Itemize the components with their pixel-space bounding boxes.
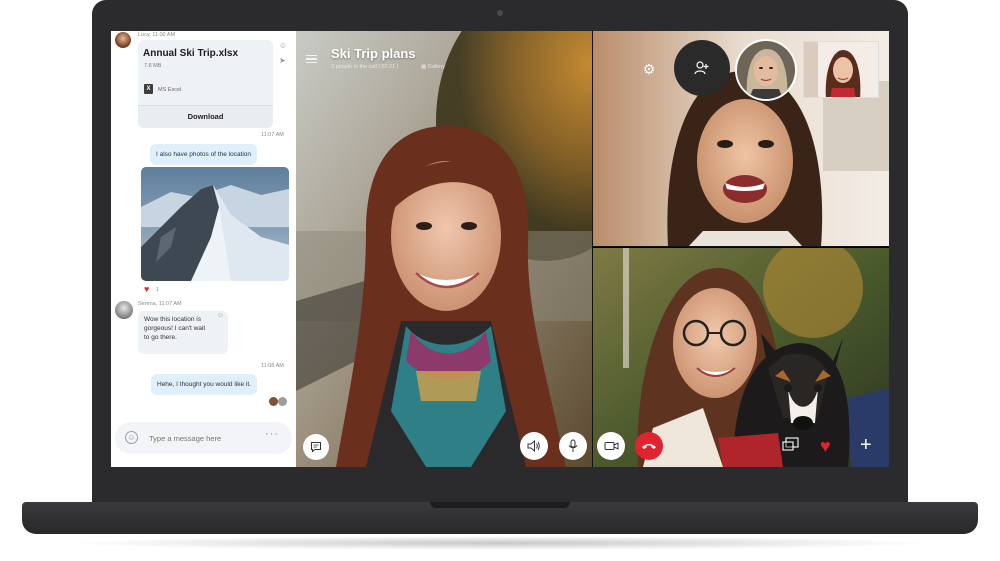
participant-video-bottom[interactable] — [592, 248, 889, 467]
heart-icon[interactable]: ♥ — [144, 284, 149, 294]
reaction-count: 1 — [156, 287, 160, 293]
webcam-dot — [497, 10, 503, 16]
message-line: gorgeous! I can't wait — [144, 325, 206, 332]
microphone-icon — [568, 439, 578, 452]
emoji-react-icon[interactable]: ☺ — [279, 41, 287, 50]
avatar — [278, 397, 287, 406]
message-line: Wow this location is — [144, 316, 201, 323]
add-person-button[interactable] — [674, 40, 730, 96]
more-options-button[interactable]: + — [860, 434, 872, 457]
self-view-video[interactable] — [803, 41, 879, 98]
marketing-stage: Lucy, 11:00 AM Annual Ski Trip.xlsx 7.6 … — [0, 0, 1000, 561]
outgoing-message[interactable]: I also have photos of the location — [150, 144, 258, 165]
message-line: to go there. — [144, 334, 177, 341]
emoji-icon[interactable]: ☺ — [125, 431, 138, 444]
speaker-button[interactable] — [520, 432, 548, 460]
file-size: 7.6 MB — [144, 63, 162, 69]
file-message-card[interactable]: Annual Ski Trip.xlsx 7.6 MB X MS Excel D… — [138, 40, 273, 128]
app-screen: Lucy, 11:00 AM Annual Ski Trip.xlsx 7.6 … — [111, 31, 889, 467]
more-options-icon[interactable]: ··· — [265, 428, 279, 440]
view-mode-label: Gallery — [427, 64, 446, 70]
excel-icon: X — [144, 84, 153, 94]
microphone-button[interactable] — [559, 432, 587, 460]
avatar[interactable] — [115, 32, 131, 48]
sender-meta: Serena, 11:07 AM — [138, 301, 182, 307]
laptop-notch — [430, 502, 570, 508]
chat-toggle-button[interactable] — [303, 434, 329, 460]
message-composer: ☺ ··· — [115, 422, 292, 454]
speaker-icon — [527, 440, 540, 452]
file-sender-meta: Lucy, 11:00 AM — [138, 32, 176, 38]
forward-icon[interactable]: ➤ — [279, 56, 286, 65]
outgoing-message[interactable]: Hehe, I thought you would like it. — [151, 374, 257, 395]
message-time: 11:07 AM — [261, 132, 284, 138]
incoming-message[interactable]: Wow this location is gorgeous! I can't w… — [138, 311, 228, 354]
video-camera-icon — [604, 442, 618, 450]
call-subtitle: 3 people in the call | 02:21 | — [331, 64, 399, 70]
file-name: Annual Ski Trip.xlsx — [143, 48, 239, 59]
emoji-react-icon[interactable]: ☺ — [217, 312, 224, 319]
heart-icon[interactable]: ♥ — [820, 436, 831, 457]
laptop-shadow — [60, 536, 940, 550]
main-video-feed[interactable] — [296, 31, 592, 467]
chat-panel: Lucy, 11:00 AM Annual Ski Trip.xlsx 7.6 … — [111, 31, 296, 467]
file-app-label: MS Excel — [158, 87, 182, 93]
view-mode-toggle[interactable]: ▦ Gallery — [421, 64, 445, 70]
call-title: Ski Trip plans — [331, 46, 416, 61]
screen-share-icon[interactable] — [782, 437, 800, 453]
participant-thumbnail[interactable] — [735, 39, 797, 101]
end-call-button[interactable] — [635, 432, 663, 460]
add-person-icon — [694, 61, 709, 75]
message-time: 11:08 AM — [261, 363, 284, 369]
download-button[interactable]: Download — [138, 106, 273, 128]
end-call-icon — [642, 444, 656, 449]
shared-photo-mountain[interactable] — [141, 167, 289, 281]
message-input[interactable] — [149, 431, 259, 445]
read-receipts — [269, 397, 291, 406]
gear-icon[interactable]: ⚙ — [639, 59, 659, 79]
chat-bubble-icon — [311, 442, 321, 453]
menu-icon[interactable] — [306, 55, 317, 63]
video-toggle-button[interactable] — [597, 432, 625, 460]
avatar — [269, 397, 278, 406]
avatar[interactable] — [115, 301, 133, 319]
